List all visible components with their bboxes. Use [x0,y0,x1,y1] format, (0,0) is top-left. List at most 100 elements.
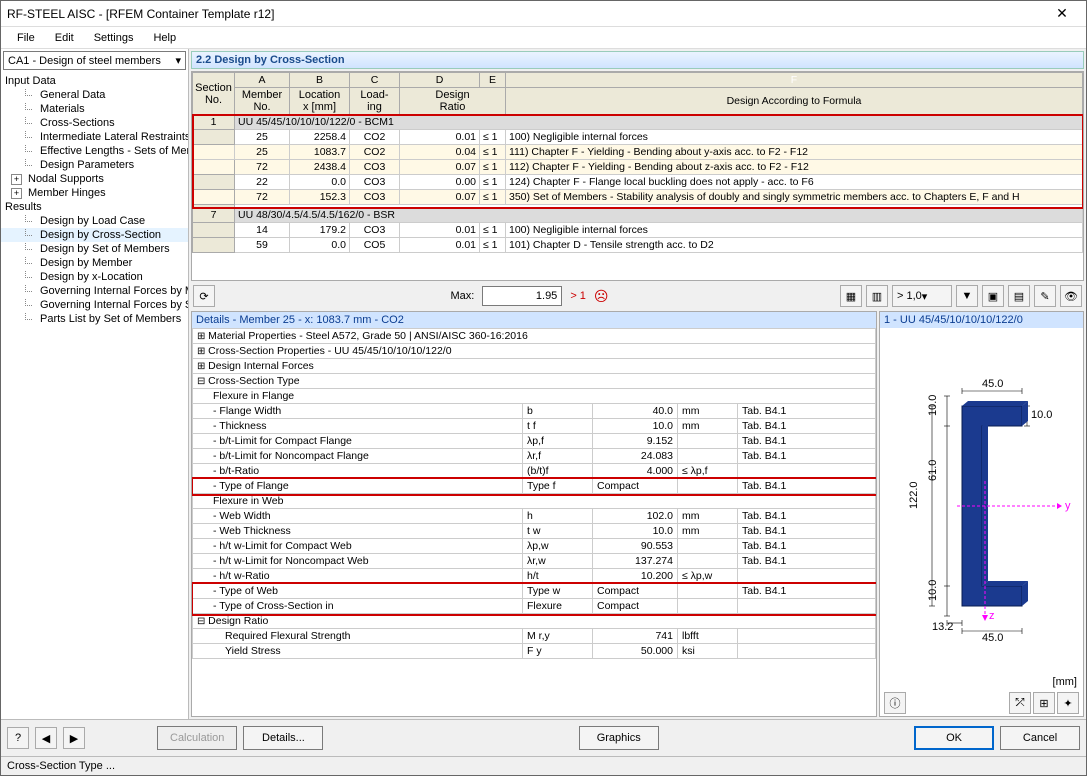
table-row[interactable]: - h/t w-Limit for Noncompact Webλr,w137.… [193,554,876,569]
table-row[interactable]: Cross-Section Type [193,374,876,389]
table-row[interactable]: 220.0CO30.00≤ 1124) Chapter F - Flange l… [193,175,1083,190]
details-grid[interactable]: Material Properties - Steel A572, Grade … [192,328,876,716]
svg-text:45.0: 45.0 [982,378,1003,390]
tree-general-data[interactable]: General Data [1,88,188,102]
axis-icon[interactable]: ⤱ [1009,692,1031,714]
table-row[interactable]: 252258.4CO20.01≤ 1100) Negligible intern… [193,130,1083,145]
tree-cross-sections[interactable]: Cross-Sections [1,116,188,130]
tree-effective-lengths[interactable]: Effective Lengths - Sets of Mem [1,144,188,158]
next-icon[interactable]: ▶ [63,727,85,749]
preview-panel: 1 - UU 45/45/10/10/10/122/0 [879,311,1084,717]
tool-c-icon[interactable]: ▣ [982,285,1004,307]
table-row[interactable]: Yield StressF y50.000ksi [193,644,876,659]
error-icon: ☹ [594,288,609,305]
table-row[interactable]: 72152.3CO30.07≤ 1350) Set of Members - S… [193,190,1083,205]
table-row[interactable]: Design Ratio [193,614,876,629]
table-row[interactable]: Cross-Section Properties - UU 45/45/10/1… [193,344,876,359]
table-row[interactable]: Material Properties - Steel A572, Grade … [193,329,876,344]
expand-icon[interactable]: + [11,188,22,199]
tree-design-member[interactable]: Design by Member [1,256,188,270]
tool-a-icon[interactable]: ▦ [840,285,862,307]
details-button[interactable]: Details... [243,726,323,750]
table-row[interactable]: 722438.4CO30.07≤ 1112) Chapter F - Yield… [193,160,1083,175]
chevron-down-icon: ▾ [175,54,181,67]
preview-unit: [mm] [880,674,1083,690]
tree-input-data[interactable]: Input Data [1,74,188,88]
titlebar: RF-STEEL AISC - [RFEM Container Template… [1,1,1086,27]
tree-intermediate-lr[interactable]: Intermediate Lateral Restraints [1,130,188,144]
max-toolbar: ⟳ Max: > 1 ☹ ▦ ▥ > 1,0 ▾ ▼ ▣ ▤ ✎ 👁 [191,283,1084,309]
table-row[interactable]: - b/t-Ratio(b/t)f4.000≤ λp,f [193,464,876,479]
section-drawing: 45.0 10.0 122.0 61.0 10.0 10.0 13.2 45.0… [880,328,1083,674]
tree-design-cross-section[interactable]: Design by Cross-Section [1,228,188,242]
table-row[interactable]: Flexure in Flange [193,389,876,404]
help-icon[interactable]: ? [7,727,29,749]
menu-help[interactable]: Help [143,30,186,46]
button-bar: ? ◀ ▶ Calculation Details... Graphics OK… [1,719,1086,756]
design-grid[interactable]: SectionNo. A B C D E F MemberNo. Locatio… [191,71,1084,281]
svg-text:13.2: 13.2 [932,621,953,633]
menu-edit[interactable]: Edit [45,30,84,46]
table-row[interactable]: - Web Widthh102.0mmTab. B4.1 [193,509,876,524]
table-row[interactable]: - Thicknesst f10.0mmTab. B4.1 [193,419,876,434]
table-row[interactable]: - Type of WebType wCompactTab. B4.1 [193,584,876,599]
details-title: Details - Member 25 - x: 1083.7 mm - CO2 [192,312,876,328]
tree-design-x-location[interactable]: Design by x-Location [1,270,188,284]
refresh-icon[interactable]: ⟳ [193,285,215,307]
max-label: Max: [446,290,478,302]
tool-d-icon[interactable]: ▤ [1008,285,1030,307]
tree-design-set-members[interactable]: Design by Set of Members [1,242,188,256]
table-row[interactable]: 251083.7CO20.04≤ 1111) Chapter F - Yield… [193,145,1083,160]
ok-button[interactable]: OK [914,726,994,750]
grid-title: 2.2 Design by Cross-Section [191,51,1084,69]
table-row[interactable]: - h/t w-Ratioh/t10.200≤ λp,w [193,569,876,584]
table-row[interactable]: - Type of Cross-Section inFlexureCompact [193,599,876,614]
pick-icon[interactable]: ✎ [1034,285,1056,307]
calc-button[interactable]: Calculation [157,726,237,750]
max-value-input[interactable] [482,286,562,306]
tree-gov-forces-m[interactable]: Governing Internal Forces by M [1,284,188,298]
table-row[interactable]: Required Flexural StrengthM r,y741lbfft [193,629,876,644]
table-row[interactable]: - Type of FlangeType fCompactTab. B4.1 [193,479,876,494]
graphics-button[interactable]: Graphics [579,726,659,750]
table-row[interactable]: - h/t w-Limit for Compact Webλp,w90.553T… [193,539,876,554]
info-icon[interactable]: ⓘ [884,692,906,714]
tree-materials[interactable]: Materials [1,102,188,116]
values-icon[interactable]: ✦ [1057,692,1079,714]
expand-icon[interactable]: + [11,174,22,185]
filter-icon[interactable]: ▼ [956,285,978,307]
svg-text:122.0: 122.0 [908,481,920,509]
table-row[interactable]: Design Internal Forces [193,359,876,374]
tree-gov-forces-s[interactable]: Governing Internal Forces by S [1,298,188,312]
tree-parts-list[interactable]: Parts List by Set of Members [1,312,188,326]
max-limit: > 1 [566,290,590,302]
table-row[interactable]: Flexure in Web [193,494,876,509]
close-icon[interactable]: ✕ [1044,3,1080,25]
table-row[interactable]: 14179.2CO30.01≤ 1100) Negligible interna… [193,223,1083,238]
dimension-icon[interactable]: ⊞ [1033,692,1055,714]
tree-nodal-supports[interactable]: +Nodal Supports [1,172,188,186]
menu-settings[interactable]: Settings [84,30,144,46]
preview-title: 1 - UU 45/45/10/10/10/122/0 [880,312,1083,328]
scale-dropdown[interactable]: > 1,0 ▾ [892,285,952,307]
table-row[interactable]: 590.0CO50.01≤ 1101) Chapter D - Tensile … [193,238,1083,253]
tree-results[interactable]: Results [1,200,188,214]
table-row[interactable]: - b/t-Limit for Compact Flangeλp,f9.152T… [193,434,876,449]
table-row[interactable]: - b/t-Limit for Noncompact Flangeλr,f24.… [193,449,876,464]
case-dropdown[interactable]: CA1 - Design of steel members ▾ [3,51,186,70]
prev-icon[interactable]: ◀ [35,727,57,749]
table-row[interactable]: 1UU 45/45/10/10/10/122/0 - BCM1 [193,115,1083,130]
table-row[interactable]: - Web Thicknesst w10.0mmTab. B4.1 [193,524,876,539]
svg-text:10.0: 10.0 [1031,409,1052,421]
tree-design-parameters[interactable]: Design Parameters [1,158,188,172]
tree-design-load-case[interactable]: Design by Load Case [1,214,188,228]
cancel-button[interactable]: Cancel [1000,726,1080,750]
table-row[interactable]: 7UU 48/30/4.5/4.5/4.5/162/0 - BSR [193,208,1083,223]
table-row[interactable]: - Flange Widthb40.0mmTab. B4.1 [193,404,876,419]
menu-file[interactable]: File [7,30,45,46]
tool-b-icon[interactable]: ▥ [866,285,888,307]
tree-member-hinges[interactable]: +Member Hinges [1,186,188,200]
right-panel: 2.2 Design by Cross-Section SectionNo. A… [189,49,1086,719]
eye-icon[interactable]: 👁 [1060,285,1082,307]
svg-text:z: z [989,610,995,622]
